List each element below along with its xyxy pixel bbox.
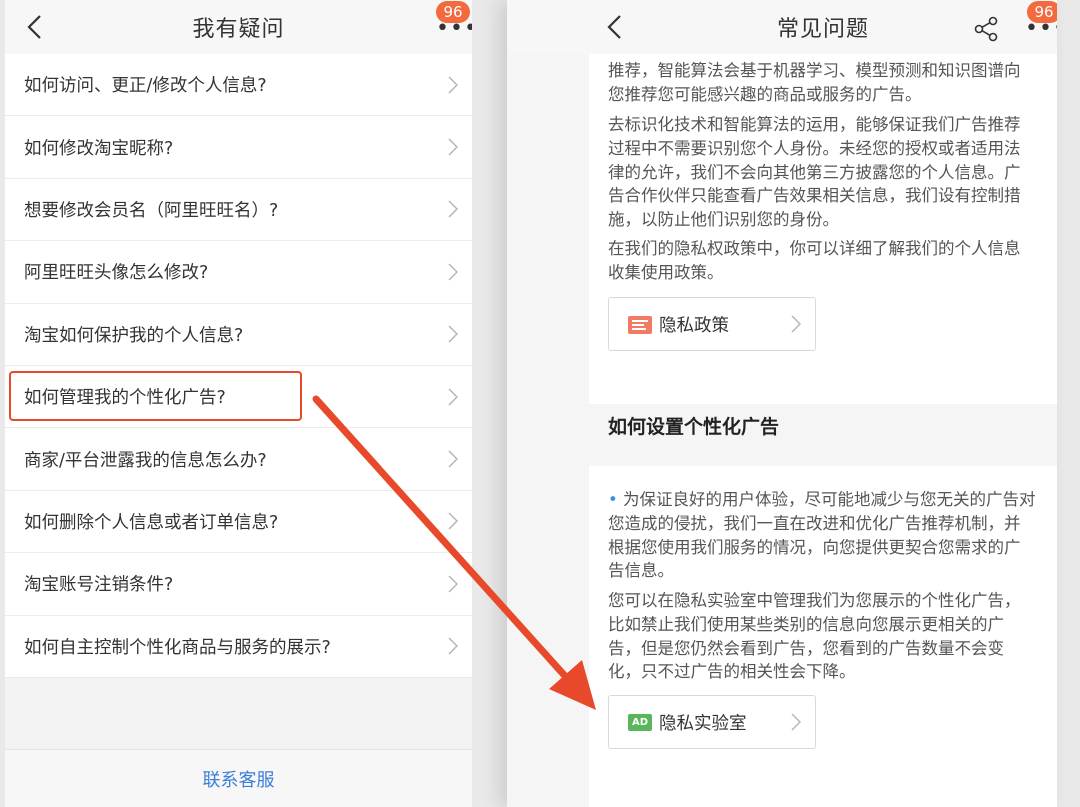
ad-icon: AD <box>628 714 652 731</box>
list-item-label: 如何自主控制个性化商品与服务的展示? <box>24 637 331 658</box>
list-item-label: 如何访问、更正/修改个人信息? <box>24 76 267 97</box>
question-list: 如何访问、更正/修改个人信息? 如何修改淘宝昵称? 想要修改会员名（阿里旺旺名）… <box>5 54 472 678</box>
right-screen: 常见问题 ••• 96 推荐，智能算法会基于机器学习、模型预测和知识图谱向您推荐… <box>507 0 1057 807</box>
list-item[interactable]: 如何删除个人信息或者订单信息? <box>5 491 472 554</box>
bottom-bar: 联系客服 <box>5 749 472 807</box>
paragraph: 去标识化技术和智能算法的运用，能够保证我们广告推荐过程中不需要识别您个人身份。未… <box>608 115 1021 230</box>
list-item[interactable]: 淘宝如何保护我的个人信息? <box>5 304 472 366</box>
list-item[interactable]: 阿里旺旺头像怎么修改? <box>5 241 472 304</box>
list-item-label: 如何修改淘宝昵称? <box>24 138 174 159</box>
policy-icon <box>628 316 652 334</box>
right-navbar: 常见问题 ••• 96 <box>507 0 1057 54</box>
chevron-right-icon <box>448 200 458 218</box>
chevron-right-icon <box>448 388 458 406</box>
left-screen: 我有疑问 ••• 96 如何访问、更正/修改个人信息? 如何修改淘宝昵称? 想要… <box>5 0 472 807</box>
back-icon[interactable] <box>603 13 627 41</box>
notification-badge: 96 <box>436 1 470 23</box>
contact-support-link[interactable]: 联系客服 <box>203 766 275 792</box>
list-item-label: 想要修改会员名（阿里旺旺名）? <box>24 200 279 221</box>
highlight-annotation-box <box>9 371 302 421</box>
back-icon[interactable] <box>23 13 47 41</box>
list-item[interactable]: 如何自主控制个性化商品与服务的展示? <box>5 616 472 678</box>
faq-content: 推荐，智能算法会基于机器学习、模型预测和知识图谱向您推荐您可能感兴趣的商品或服务… <box>507 54 1057 807</box>
paragraph-text: 为保证良好的用户体验，尽可能地减少与您无关的广告对您造成的侵扰，我们一直在改进和… <box>608 490 1036 581</box>
chevron-right-icon <box>448 263 458 281</box>
list-item-label: 淘宝账号注销条件? <box>24 575 174 596</box>
paragraph: 您可以在隐私实验室中管理我们为您展示的个性化广告，比如禁止我们使用某些类别的信息… <box>608 591 1021 682</box>
notification-badge: 96 <box>1027 1 1057 23</box>
page-title: 常见问题 <box>776 17 869 42</box>
paragraph: 推荐，智能算法会基于机器学习、模型预测和知识图谱向您推荐您可能感兴趣的商品或服务… <box>608 61 1021 104</box>
paragraph: 在我们的隐私权政策中，你可以详细了解我们的个人信息收集使用政策。 <box>608 239 1021 282</box>
chevron-right-icon <box>448 325 458 343</box>
bullet: • <box>608 490 618 509</box>
list-item[interactable]: 商家/平台泄露我的信息怎么办? <box>5 428 472 491</box>
chevron-right-icon <box>791 713 801 731</box>
section-title: 如何设置个性化广告 <box>608 416 780 438</box>
chevron-right-icon <box>448 637 458 655</box>
more-icon[interactable]: ••• <box>1025 18 1057 40</box>
chevron-right-icon <box>791 315 801 333</box>
privacy-lab-button[interactable]: AD 隐私实验室 <box>608 695 816 749</box>
privacy-policy-button[interactable]: 隐私政策 <box>608 297 816 351</box>
share-icon[interactable] <box>973 15 999 43</box>
list-item[interactable]: 想要修改会员名（阿里旺旺名）? <box>5 179 472 242</box>
chevron-right-icon <box>448 575 458 593</box>
chevron-right-icon <box>448 450 458 468</box>
list-item[interactable]: 如何访问、更正/修改个人信息? <box>5 54 472 117</box>
chevron-right-icon <box>448 138 458 156</box>
list-item-label: 阿里旺旺头像怎么修改? <box>24 263 209 284</box>
button-label: 隐私实验室 <box>659 714 747 734</box>
button-label: 隐私政策 <box>659 316 729 336</box>
list-item-label: 淘宝如何保护我的个人信息? <box>24 325 244 346</box>
chevron-right-icon <box>448 512 458 530</box>
more-button[interactable]: ••• 96 <box>1019 0 1057 54</box>
list-item-label: 商家/平台泄露我的信息怎么办? <box>24 450 267 471</box>
list-item-label: 如何删除个人信息或者订单信息? <box>24 512 279 533</box>
list-item[interactable]: 淘宝账号注销条件? <box>5 553 472 616</box>
more-icon[interactable]: ••• <box>436 18 472 40</box>
more-button[interactable]: ••• 96 <box>428 0 472 54</box>
paragraph: • 为保证良好的用户体验，尽可能地减少与您无关的广告对您造成的侵扰，我们一直在改… <box>608 488 1036 583</box>
list-item[interactable]: 如何修改淘宝昵称? <box>5 116 472 179</box>
chevron-right-icon <box>448 76 458 94</box>
page-title: 我有疑问 <box>192 17 285 42</box>
left-navbar: 我有疑问 ••• 96 <box>5 0 472 54</box>
